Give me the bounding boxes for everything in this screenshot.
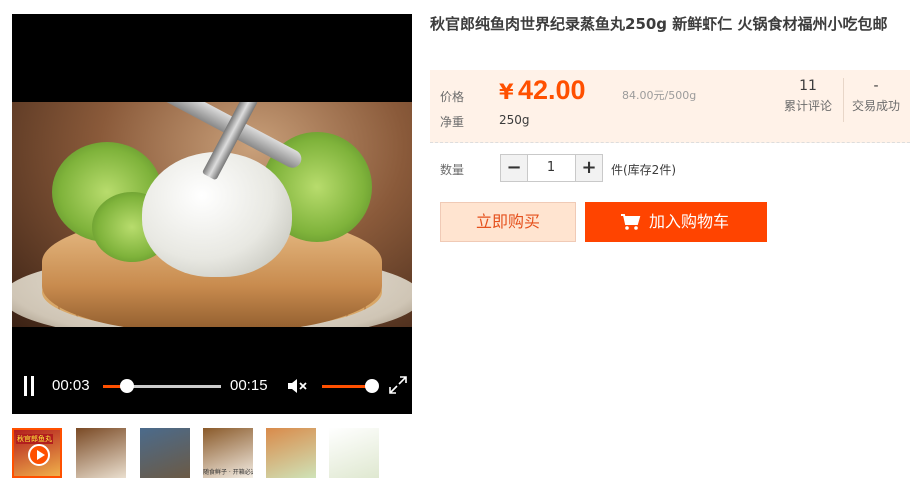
reviews-label: 累计评论 (783, 99, 832, 113)
price-label: 价格 (440, 90, 465, 104)
duration: 00:15 (230, 377, 268, 394)
reviews-stat[interactable]: 11 累计评论 (773, 76, 843, 116)
quantity-label: 数量 (440, 163, 465, 177)
thumbnail-label: 秋官郎鱼丸 (16, 434, 53, 444)
stock-info: 件(库存2件) (611, 163, 676, 177)
current-time: 00:03 (52, 377, 90, 394)
add-to-cart-button[interactable]: 加入购物车 (585, 202, 767, 242)
video-controls: 00:03 00:15 (12, 362, 412, 414)
volume-handle[interactable] (365, 379, 379, 393)
add-to-cart-label: 加入购物车 (649, 212, 730, 231)
weight-label: 净重 (440, 115, 465, 129)
volume-slider[interactable] (322, 379, 379, 393)
play-icon (28, 444, 50, 466)
pause-icon[interactable] (22, 376, 36, 396)
thumbnail-image[interactable] (329, 428, 379, 478)
price-box: 价格 ¥ 42.00 84.00元/500g 净重 250g 11 累计评论 -… (430, 70, 910, 143)
sales-count: - (873, 78, 879, 94)
video-frame (12, 102, 412, 327)
cart-icon (621, 214, 641, 230)
unit-price: 84.00元/500g (622, 89, 697, 102)
thumbnail-video[interactable]: 秋官郎鱼丸 (12, 428, 62, 478)
sales-stat: - 交易成功 (841, 76, 911, 116)
thumbnail-image[interactable] (140, 428, 190, 478)
price: 42.00 (518, 75, 586, 105)
quantity-input[interactable]: 1 (527, 154, 575, 182)
increase-button[interactable]: + (575, 154, 603, 182)
seek-handle[interactable] (119, 379, 134, 393)
video-player[interactable]: 00:03 00:15 (12, 14, 412, 414)
buy-now-button[interactable]: 立即购买 (440, 202, 576, 242)
weight-value: 250g (499, 113, 530, 127)
currency-symbol: ¥ (499, 80, 514, 104)
fullscreen-icon[interactable] (388, 375, 408, 395)
decrease-button[interactable]: − (500, 154, 528, 182)
thumbnail-caption: 随食鲜子 · 开箱必选 (203, 469, 253, 476)
product-title: 秋官郎纯鱼肉世界纪录蒸鱼丸250g 新鲜虾仁 火锅食材福州小吃包邮 (430, 15, 888, 33)
thumbnail-image[interactable] (266, 428, 316, 478)
sales-label: 交易成功 (851, 99, 900, 113)
seek-bar[interactable] (103, 379, 221, 393)
thumbnail-image[interactable]: 随食鲜子 · 开箱必选 (203, 428, 253, 478)
thumbnail-strip: 秋官郎鱼丸 随食鲜子 · 开箱必选 (12, 428, 412, 484)
thumbnail-image[interactable] (76, 428, 126, 478)
volume-muted-icon[interactable] (287, 376, 309, 396)
reviews-count: 11 (799, 78, 817, 94)
